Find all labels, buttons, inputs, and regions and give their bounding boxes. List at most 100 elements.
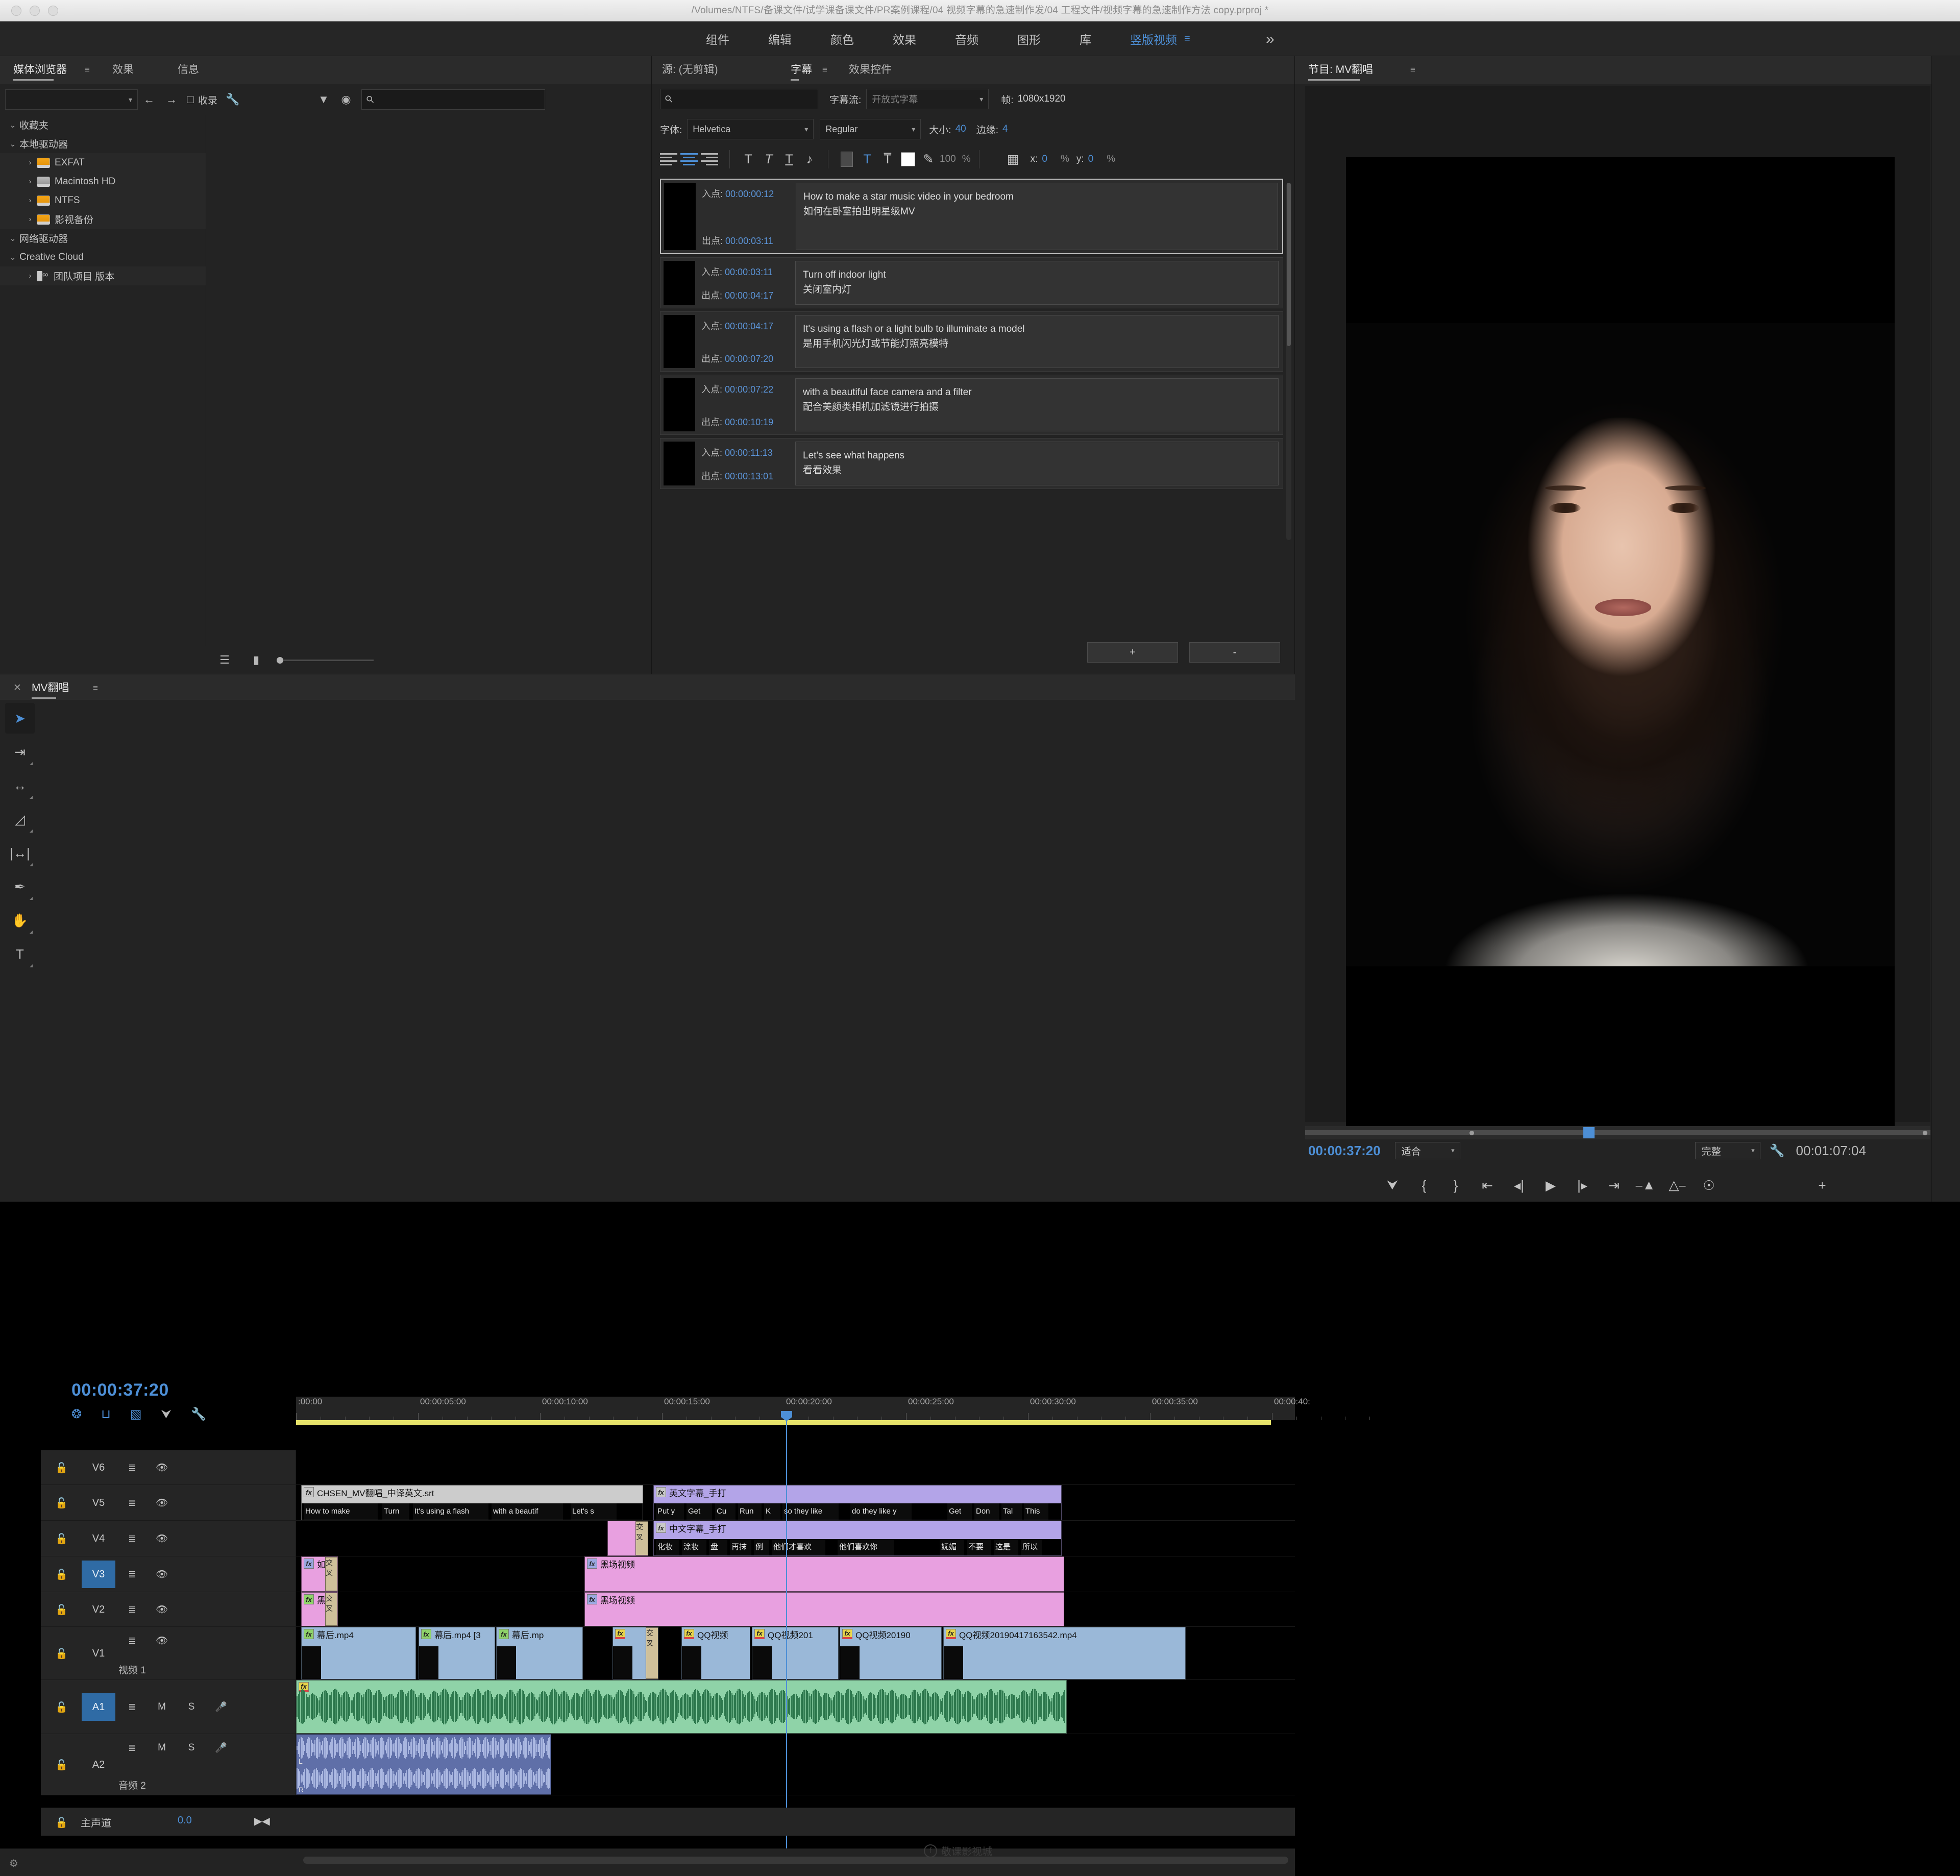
toggle-sync-lock-icon[interactable]: ≣ xyxy=(117,1696,147,1718)
tab-effect-controls[interactable]: 效果控件 xyxy=(849,56,892,84)
filter-funnel-icon[interactable]: ▼ xyxy=(312,89,335,110)
tab-info[interactable]: 信息 xyxy=(178,56,199,84)
timeline-clip-area[interactable]: fx 幕后.mp4 fx 幕后.mp4 [3 fx 幕后.mp fx 交叉 fx QQ视频 fx QQ… xyxy=(296,1627,1295,1679)
scrubber-right-handle[interactable] xyxy=(1923,1131,1927,1135)
wrench-icon[interactable]: 🔧 xyxy=(1770,1143,1785,1158)
timeline-track-V4[interactable]: 🔓 V4 ≣ 👁 交叉 fx 中文字幕_手打 化妆 涂妆盘再抹例他们才喜欢 他们喜欢你 妩媚 不要 这是… xyxy=(41,1521,1295,1556)
opacity-value[interactable]: 100 xyxy=(940,154,956,165)
caption-text-field[interactable]: Let's see what happens 看看效果 xyxy=(795,442,1279,485)
extract-icon[interactable]: △⎯ xyxy=(1661,1171,1693,1200)
marker-icon[interactable]: ⮟ xyxy=(161,1407,172,1422)
caption-out-timecode[interactable]: 00:00:10:19 xyxy=(725,417,773,427)
media-tree-item[interactable]: ⌄ 收藏夹 xyxy=(0,115,206,134)
track-target-toggle-V4[interactable]: V4 xyxy=(82,1525,115,1552)
timeline-clip[interactable]: LR xyxy=(296,1734,551,1795)
italic-icon[interactable]: T xyxy=(758,149,779,169)
timeline-playhead-line[interactable] xyxy=(786,1417,787,1848)
timeline-track-A1[interactable]: 🔓 A1 ≣ M S 🎤 fx xyxy=(41,1680,1295,1734)
step-forward-icon[interactable]: |▸ xyxy=(1566,1171,1598,1200)
workspace-tab-effects[interactable]: 效果 xyxy=(873,30,936,47)
media-tree-item[interactable]: ⌄ Creative Cloud xyxy=(0,248,206,266)
magnet-snap-icon[interactable]: ⊔ xyxy=(101,1407,111,1422)
caption-text-field[interactable]: with a beautiful face camera and a filte… xyxy=(795,378,1279,431)
caption-text-field[interactable]: It's using a flash or a light bulb to il… xyxy=(795,315,1279,368)
scrubber-left-handle[interactable] xyxy=(1469,1131,1474,1135)
workspace-tab-graphics[interactable]: 图形 xyxy=(998,30,1060,47)
go-to-out-icon[interactable]: ⇥ xyxy=(1598,1171,1630,1200)
disclosure-arrow-icon[interactable]: › xyxy=(23,196,37,205)
caption-out-timecode[interactable]: 00:00:04:17 xyxy=(725,290,773,301)
tab-media-browser[interactable]: 媒体浏览器 xyxy=(13,56,67,84)
ingest-checkbox[interactable]: □ xyxy=(183,89,198,110)
timeline-track-V2[interactable]: 🔓V2≣👁fx黑场视频交叉fx黑场视频 xyxy=(41,1592,1295,1627)
toggle-track-output-eye-icon[interactable]: 👁 xyxy=(147,1528,177,1549)
timeline-track-header-A2[interactable]: 🔓 A2 ≣ M S 🎤 音频 2 xyxy=(41,1734,296,1795)
toggle-track-output-eye-icon[interactable]: 👁 xyxy=(147,1599,177,1620)
track-target-toggle-V5[interactable]: V5 xyxy=(82,1489,115,1517)
program-quality-select[interactable]: 完整 ▾ xyxy=(1695,1142,1760,1159)
slip-tool-icon[interactable]: |↔| xyxy=(5,838,35,868)
voice-over-record-icon[interactable]: 🎤 xyxy=(206,1696,236,1718)
caption-in-timecode[interactable]: 00:00:11:13 xyxy=(725,448,773,458)
eyedropper-icon[interactable]: ✎ xyxy=(918,149,939,169)
tab-sequence-mv[interactable]: MV翻唱 xyxy=(32,674,69,702)
tab-program-monitor[interactable]: 节目: MV翻唱 xyxy=(1308,56,1373,84)
zoom-slider-knob[interactable] xyxy=(277,656,283,664)
media-browser-path-select[interactable]: ▾ xyxy=(5,89,138,110)
caption-position-grid-icon[interactable]: ▦ xyxy=(1003,149,1023,169)
workspace-tab-assembly[interactable]: 组件 xyxy=(687,30,749,47)
toggle-track-output-eye-icon[interactable]: 👁 xyxy=(147,1564,177,1585)
align-right-icon[interactable] xyxy=(701,151,718,168)
caption-row[interactable]: 入点: 00:00:07:22 出点: 00:00:10:19 with a bea… xyxy=(660,375,1283,435)
mark-in-icon[interactable]: { xyxy=(1408,1171,1440,1200)
mute-track-button[interactable]: M xyxy=(147,1737,177,1759)
caption-out-timecode[interactable]: 00:00:03:11 xyxy=(725,236,773,246)
timeline-clip[interactable]: 交叉 xyxy=(607,1521,648,1556)
lock-icon[interactable]: 🔓 xyxy=(55,1497,68,1509)
button-editor-plus-icon[interactable]: + xyxy=(1806,1171,1838,1200)
x-position-value[interactable]: 0 xyxy=(1042,154,1047,165)
thumbnail-zoom-slider[interactable] xyxy=(277,656,374,664)
timeline-track-A2[interactable]: 🔓 A2 ≣ M S 🎤 音频 2LR xyxy=(41,1734,1295,1795)
program-fit-select[interactable]: 适合 ▾ xyxy=(1394,1142,1460,1159)
caption-out-timecode[interactable]: 00:00:07:20 xyxy=(725,354,773,364)
clip-transition[interactable]: 交叉 xyxy=(325,1557,337,1591)
clip-transition[interactable]: 交叉 xyxy=(635,1521,648,1555)
timeline-clip-area[interactable]: fx CHSEN_MV翻唱_中译英文.srt How to make Turn It's… xyxy=(296,1485,1295,1520)
workspace-tab-audio[interactable]: 音频 xyxy=(936,30,998,47)
disclosure-arrow-icon[interactable]: ⌄ xyxy=(6,120,19,130)
caption-out-timecode[interactable]: 00:00:13:01 xyxy=(725,471,773,481)
toggle-track-output-eye-icon[interactable]: 👁 xyxy=(147,1457,177,1478)
timeline-clip-area[interactable]: 交叉 fx 中文字幕_手打 化妆 涂妆盘再抹例他们才喜欢 他们喜欢你 妩媚 不要 这是 所以 xyxy=(296,1521,1295,1556)
font-family-select[interactable]: Helvetica ▾ xyxy=(687,119,814,139)
solo-track-button[interactable]: S xyxy=(177,1737,206,1759)
ripple-edit-tool-icon[interactable]: ↔ xyxy=(5,770,35,801)
program-panel-menu-icon[interactable]: ≡ xyxy=(1410,56,1415,84)
toggle-track-output-eye-icon[interactable]: 👁 xyxy=(147,1630,177,1651)
caption-in-timecode[interactable]: 00:00:07:22 xyxy=(725,384,773,395)
timeline-clip[interactable]: fx 黑场视频 xyxy=(584,1556,1064,1592)
disclosure-arrow-icon[interactable]: › xyxy=(23,158,37,167)
toggle-sync-lock-icon[interactable]: ≣ xyxy=(117,1564,147,1585)
timeline-clip[interactable]: fx QQ视频 xyxy=(681,1627,750,1679)
music-note-icon[interactable]: ♪ xyxy=(799,149,820,169)
timeline-clip[interactable]: fx 交叉 xyxy=(612,1627,658,1679)
lock-icon[interactable]: 🔓 xyxy=(55,1816,68,1829)
disclosure-arrow-icon[interactable]: › xyxy=(23,215,37,224)
workspace-menu-icon[interactable]: ≡ xyxy=(1182,33,1202,45)
timeline-settings-wrench-icon[interactable]: 🔧 xyxy=(191,1407,206,1422)
timeline-clip[interactable]: fx 英文字幕_手打 Put y Get Cu Run Kso they like do th… xyxy=(653,1485,1062,1520)
step-back-icon[interactable]: ◂| xyxy=(1503,1171,1535,1200)
type-tool-icon[interactable]: T xyxy=(5,939,35,969)
list-view-icon[interactable]: ☰ xyxy=(213,650,236,670)
media-tree-item[interactable]: › NTFS xyxy=(0,191,206,210)
timeline-clip-area[interactable]: LR xyxy=(296,1734,1295,1795)
toggle-sync-lock-icon[interactable]: ≣ xyxy=(117,1492,147,1514)
master-volume-value[interactable]: 0.0 xyxy=(178,1815,192,1826)
media-tree-item[interactable]: › 团队项目 版本 xyxy=(0,266,206,285)
timeline-clip[interactable]: fx 幕后.mp4 [3 xyxy=(419,1627,495,1679)
timeline-clip[interactable]: fx CHSEN_MV翻唱_中译英文.srt How to make Turn It's… xyxy=(301,1485,643,1520)
disclosure-arrow-icon[interactable]: ⌄ xyxy=(6,139,19,149)
timeline-clip[interactable]: fx 幕后.mp4 xyxy=(301,1627,416,1679)
lock-icon[interactable]: 🔓 xyxy=(55,1532,68,1545)
